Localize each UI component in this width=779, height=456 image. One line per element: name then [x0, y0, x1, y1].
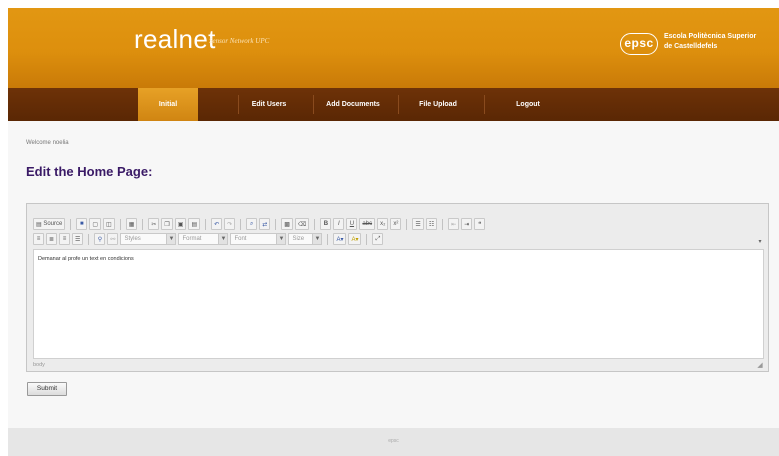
toolbar-separator	[142, 218, 144, 230]
size-dropdown[interactable]: Size ▼	[288, 233, 323, 245]
link-icon[interactable]: ⚲	[94, 233, 106, 245]
align-justify-icon[interactable]: ☰	[72, 233, 84, 245]
new-page-icon[interactable]: ▢	[89, 218, 102, 230]
toolbar-separator	[119, 218, 121, 230]
chevron-down-icon: ▼	[276, 234, 286, 244]
resize-handle-icon[interactable]: ◢	[756, 362, 764, 370]
paste-text-icon[interactable]: ▤	[188, 218, 201, 230]
toolbar-separator	[314, 218, 316, 230]
replace-icon[interactable]: ⇄	[259, 218, 271, 230]
toolbar-separator	[327, 233, 329, 245]
bulleted-list-icon[interactable]: ☷	[425, 218, 438, 230]
source-button[interactable]: ▤ Source	[33, 218, 66, 230]
blockquote-icon[interactable]: ❝	[474, 218, 486, 230]
logo-subtitle: Sensor Network UPC	[209, 37, 270, 45]
toolbar-separator	[275, 218, 277, 230]
welcome-message: Welcome noelia	[26, 140, 69, 146]
superscript-button[interactable]: x²	[390, 218, 402, 230]
toolbar-separator	[406, 218, 408, 230]
redo-icon[interactable]: ↷	[224, 218, 236, 230]
outdent-icon[interactable]: ⇤	[448, 218, 460, 230]
submit-button[interactable]: Submit	[27, 382, 67, 396]
editor-content-area[interactable]: Demanar al profe un text en condicions	[33, 249, 764, 359]
align-right-icon[interactable]: ≡	[59, 233, 71, 245]
school-logo: epsc	[620, 33, 658, 55]
undo-icon[interactable]: ↶	[211, 218, 223, 230]
collapse-toolbar-icon[interactable]: ▾	[756, 238, 764, 246]
nav-item-file-upload[interactable]: File Upload	[399, 88, 477, 121]
font-dropdown[interactable]: Font ▼	[230, 233, 287, 245]
format-dropdown[interactable]: Format ▼	[178, 233, 229, 245]
remove-format-icon[interactable]: ⌫	[294, 218, 310, 230]
toolbar-separator	[442, 218, 444, 230]
rich-text-editor: ▤ Source ■ ▢ ◫ ▦ ✂ ❐ ▣ ▤ ↶ ↷ ⌕ ⇄ ▩ ⌫ B I…	[26, 203, 769, 372]
main-nav: Initial Edit Users Add Documents File Up…	[8, 88, 779, 121]
site-header: realnet Sensor Network UPC epsc Escola P…	[8, 8, 779, 88]
school-name-line2: de Castelldefels	[664, 43, 718, 50]
bold-button[interactable]: B	[320, 218, 332, 230]
preview-icon[interactable]: ◫	[103, 218, 115, 230]
unlink-icon[interactable]: ⚯	[107, 233, 119, 245]
align-center-icon[interactable]: ≣	[46, 233, 58, 245]
school-name: Escola Politècnica Superior de Castellde…	[664, 32, 756, 52]
styles-dropdown[interactable]: Styles ▼	[120, 233, 177, 245]
numbered-list-icon[interactable]: ☰	[412, 218, 424, 230]
indent-icon[interactable]: ⇥	[461, 218, 473, 230]
nav-item-logout[interactable]: Logout	[485, 88, 571, 121]
nav-item-initial[interactable]: Initial	[138, 88, 198, 121]
toolbar-separator	[240, 218, 242, 230]
toolbar-separator	[88, 233, 90, 245]
subscript-button[interactable]: x₂	[377, 218, 389, 230]
site-footer: epsc	[8, 428, 779, 456]
site-logo[interactable]: realnet	[134, 24, 216, 55]
editor-toolbar-row-1: ▤ Source ■ ▢ ◫ ▦ ✂ ❐ ▣ ▤ ↶ ↷ ⌕ ⇄ ▩ ⌫ B I…	[33, 217, 486, 231]
paste-icon[interactable]: ▣	[174, 218, 187, 230]
footer-text: epsc	[388, 438, 399, 444]
underline-button[interactable]: U	[346, 218, 358, 230]
toolbar-separator	[205, 218, 207, 230]
maximize-icon[interactable]: ⤢	[372, 233, 384, 245]
toolbar-separator	[366, 233, 368, 245]
copy-icon[interactable]: ❐	[161, 218, 173, 230]
templates-icon[interactable]: ▦	[125, 218, 138, 230]
chevron-down-icon: ▼	[218, 234, 228, 244]
align-left-icon[interactable]: ≡	[33, 233, 44, 245]
chevron-down-icon: ▼	[166, 234, 176, 244]
cut-icon[interactable]: ✂	[148, 218, 160, 230]
find-icon[interactable]: ⌕	[246, 218, 258, 230]
background-color-icon[interactable]: A▾	[348, 233, 362, 245]
strikethrough-button[interactable]: abc	[359, 218, 376, 230]
save-icon[interactable]: ■	[76, 218, 88, 230]
school-name-line1: Escola Politècnica Superior	[664, 33, 757, 40]
select-all-icon[interactable]: ▩	[281, 218, 293, 230]
toolbar-separator	[70, 218, 72, 230]
element-path[interactable]: body	[33, 362, 45, 368]
nav-item-edit-users[interactable]: Edit Users	[239, 88, 299, 121]
editor-statusbar: body ◢	[33, 360, 764, 371]
page-title: Edit the Home Page:	[26, 164, 153, 179]
nav-item-add-documents[interactable]: Add Documents	[314, 88, 392, 121]
page-frame: realnet Sensor Network UPC epsc Escola P…	[8, 8, 779, 456]
editor-toolbar-row-2: ≡ ≣ ≡ ☰ ⚲ ⚯ Styles ▼ Format ▼ Font ▼ Size ▼ …	[33, 232, 384, 246]
italic-button[interactable]: I	[333, 218, 345, 230]
editor-content-text: Demanar al profe un text en condicions	[38, 256, 134, 262]
chevron-down-icon: ▼	[312, 234, 322, 244]
text-color-icon[interactable]: A▾	[333, 233, 347, 245]
